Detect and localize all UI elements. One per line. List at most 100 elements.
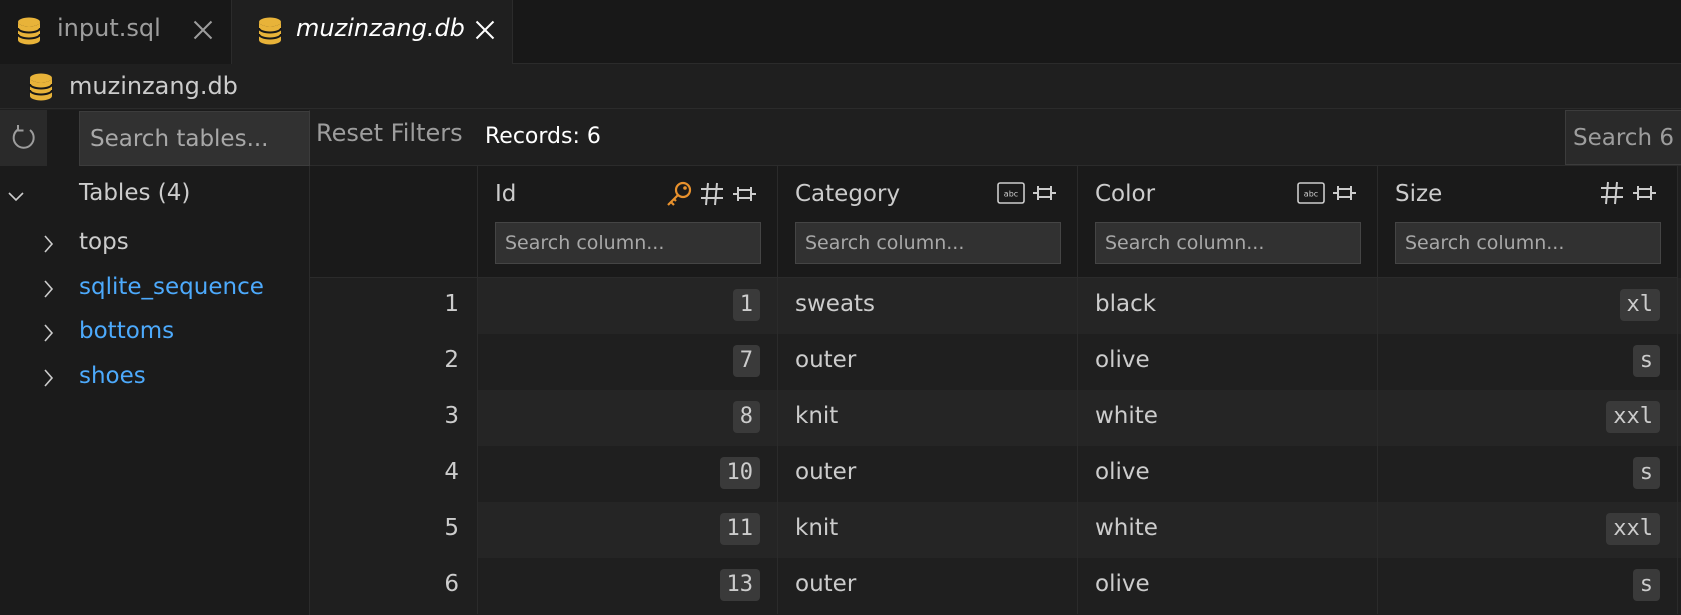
row-number-label: 1	[444, 291, 459, 317]
pin-icon[interactable]	[731, 181, 757, 207]
cell-category[interactable]: outer	[778, 334, 1078, 390]
reset-filters-button[interactable]: Reset Filters	[316, 119, 463, 147]
column-search-input[interactable]	[1095, 222, 1361, 264]
database-icon	[29, 73, 53, 101]
table-row[interactable]: 6 13 outer olive s	[310, 558, 1681, 614]
cell-size[interactable]: xxl	[1378, 502, 1678, 558]
column-title: Id	[495, 181, 517, 207]
cell-size[interactable]: s	[1378, 446, 1678, 502]
cell-id[interactable]: 7	[478, 334, 778, 390]
cell-id[interactable]: 8	[478, 390, 778, 446]
key-icon	[665, 180, 693, 208]
row-number: 2	[310, 334, 478, 390]
cell-category[interactable]: outer	[778, 446, 1078, 502]
row-number: 4	[310, 446, 478, 502]
id-value: 7	[732, 345, 760, 377]
refresh-button[interactable]	[0, 110, 47, 166]
search-button[interactable]: Search 6	[1565, 110, 1681, 165]
pin-icon[interactable]	[1331, 180, 1357, 206]
column-header-id[interactable]: Id	[478, 166, 778, 278]
sidebar-item-label: bottoms	[79, 318, 175, 344]
cell-category[interactable]: knit	[778, 390, 1078, 446]
row-number-label: 6	[444, 571, 459, 597]
sidebar-item-shoes[interactable]: shoes	[0, 357, 310, 401]
cell-size[interactable]: s	[1378, 334, 1678, 390]
column-title: Category	[795, 181, 901, 207]
table-row[interactable]: 2 7 outer olive s	[310, 334, 1681, 390]
cell-category[interactable]: knit	[778, 502, 1078, 558]
cell-size[interactable]: xl	[1378, 278, 1678, 334]
abc-icon	[997, 182, 1025, 204]
column-header-color[interactable]: Color	[1078, 166, 1378, 278]
row-number-label: 5	[444, 515, 459, 541]
chevron-down-icon	[8, 192, 24, 202]
category-value: sweats	[795, 291, 876, 317]
close-icon[interactable]	[471, 16, 499, 44]
refresh-icon	[12, 125, 35, 149]
search-tables-input[interactable]	[79, 111, 310, 166]
sidebar-item-label: shoes	[79, 363, 146, 389]
column-search-input[interactable]	[495, 222, 761, 264]
pin-icon[interactable]	[1631, 180, 1657, 206]
chevron-right-icon	[44, 280, 54, 298]
column-search-input[interactable]	[795, 222, 1061, 264]
tables-title: Tables (4)	[79, 180, 191, 206]
column-icons	[1297, 180, 1357, 206]
pin-icon[interactable]	[1031, 180, 1057, 206]
sidebar-item-bottoms[interactable]: bottoms	[0, 312, 310, 356]
cell-category[interactable]: outer	[778, 558, 1078, 614]
cell-id[interactable]: 10	[478, 446, 778, 502]
table-row[interactable]: 1 1 sweats black xl	[310, 278, 1681, 334]
table-row[interactable]: 5 11 knit white xxl	[310, 502, 1681, 558]
tab-bar: input.sql muzinzang.db	[0, 0, 1681, 65]
id-value: 1	[732, 289, 760, 321]
category-value: outer	[795, 571, 857, 597]
cell-color[interactable]: olive	[1078, 334, 1378, 390]
column-icons	[997, 180, 1057, 206]
category-value: knit	[795, 515, 839, 541]
column-header-category[interactable]: Category	[778, 166, 1078, 278]
table-row[interactable]: 4 10 outer olive s	[310, 446, 1681, 502]
column-search-input[interactable]	[1395, 222, 1661, 264]
column-title: Size	[1395, 181, 1443, 207]
row-number-label: 4	[444, 459, 459, 485]
tables-section-header[interactable]: Tables (4)	[0, 176, 310, 216]
cell-id[interactable]: 11	[478, 502, 778, 558]
cell-id[interactable]: 13	[478, 558, 778, 614]
cell-color[interactable]: white	[1078, 390, 1378, 446]
cell-id[interactable]: 1	[478, 278, 778, 334]
breadcrumb: muzinzang.db	[0, 64, 1681, 109]
tab-input-sql[interactable]: input.sql	[0, 0, 232, 64]
cell-color[interactable]: olive	[1078, 446, 1378, 502]
cell-color[interactable]: black	[1078, 278, 1378, 334]
color-value: black	[1095, 291, 1157, 317]
database-icon	[17, 17, 41, 45]
table-row[interactable]: 3 8 knit white xxl	[310, 390, 1681, 446]
tab-label: muzinzang.db	[296, 14, 465, 42]
cell-category[interactable]: sweats	[778, 278, 1078, 334]
column-header-size[interactable]: Size	[1378, 166, 1678, 278]
sidebar-item-sqlite-sequence[interactable]: sqlite_sequence	[0, 268, 310, 312]
cell-size[interactable]: xxl	[1378, 390, 1678, 446]
id-value: 11	[719, 513, 760, 545]
sidebar-item-tops[interactable]: tops	[0, 223, 310, 267]
cell-color[interactable]: olive	[1078, 558, 1378, 614]
category-value: knit	[795, 403, 839, 429]
records-count: Records: 6	[485, 124, 601, 149]
color-value: olive	[1095, 571, 1150, 597]
size-value: xl	[1619, 289, 1660, 321]
tab-label: input.sql	[57, 14, 161, 42]
color-value: white	[1095, 515, 1158, 541]
row-number: 5	[310, 502, 478, 558]
color-value: olive	[1095, 347, 1150, 373]
cell-size[interactable]: s	[1378, 558, 1678, 614]
size-value: s	[1632, 345, 1660, 377]
close-icon[interactable]	[189, 16, 217, 44]
chevron-right-icon	[44, 324, 54, 342]
id-value: 10	[719, 457, 760, 489]
cell-color[interactable]: white	[1078, 502, 1378, 558]
size-value: s	[1632, 569, 1660, 601]
breadcrumb-label[interactable]: muzinzang.db	[69, 72, 238, 100]
row-number: 1	[310, 278, 478, 334]
tab-muzinzang-db[interactable]: muzinzang.db	[232, 0, 513, 65]
